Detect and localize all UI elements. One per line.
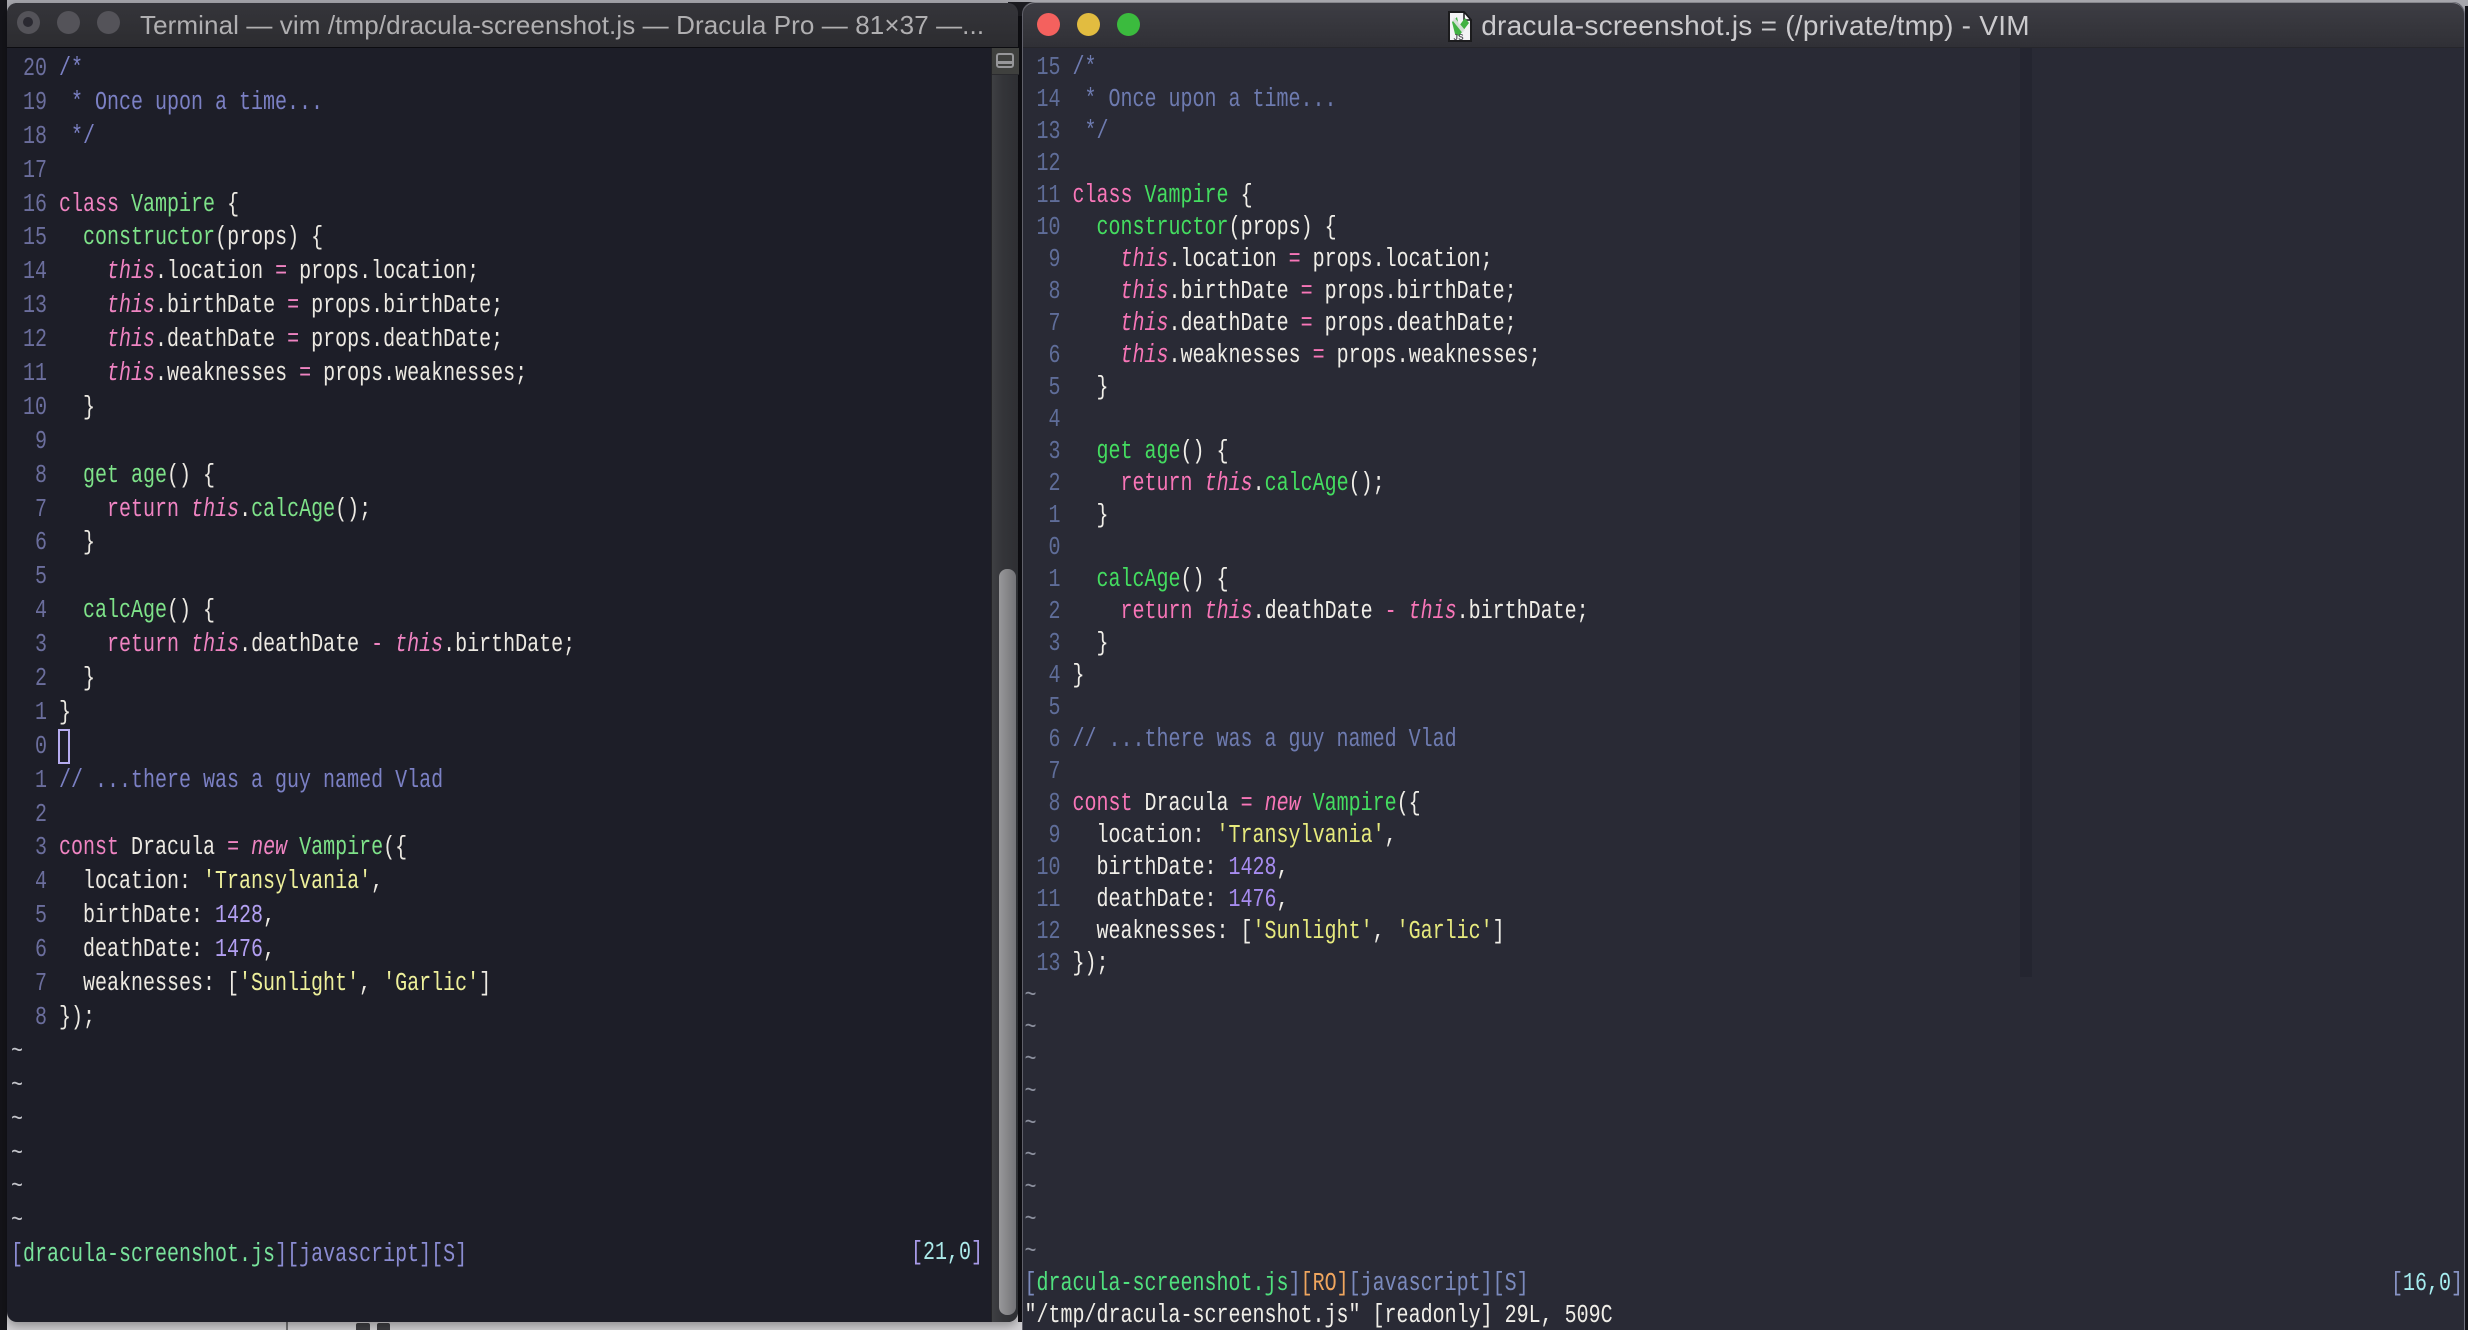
- svg-text:JS: JS: [1454, 33, 1465, 42]
